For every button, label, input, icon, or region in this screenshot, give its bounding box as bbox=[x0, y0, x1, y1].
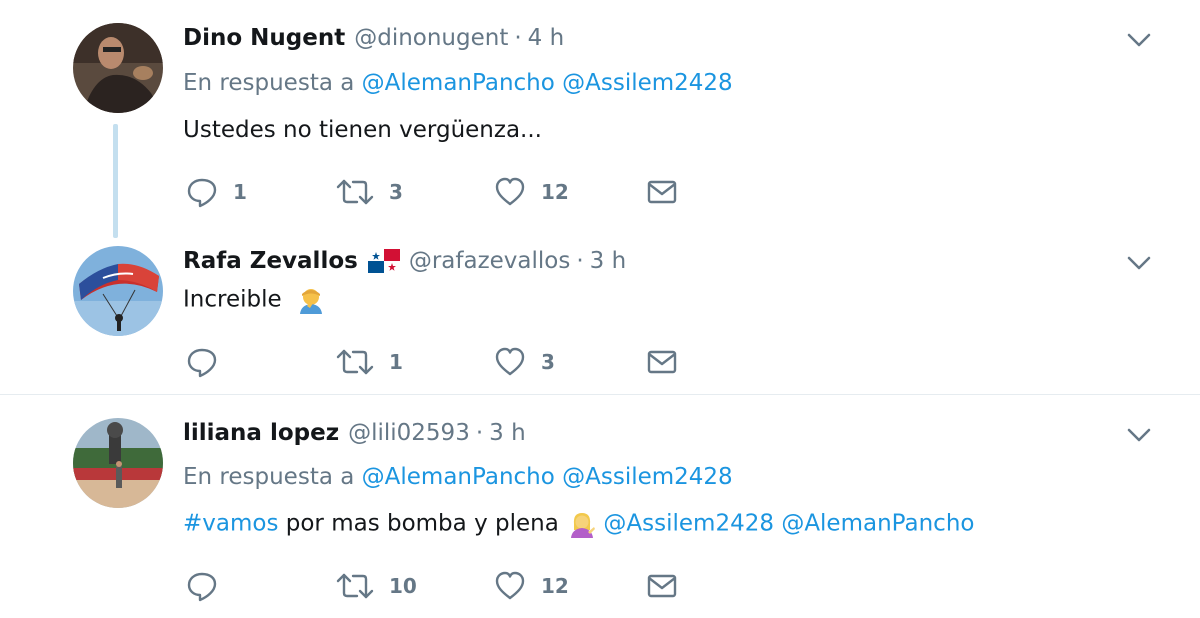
reply-action[interactable] bbox=[185, 344, 233, 380]
user-fullname[interactable]: Rafa Zevallos bbox=[183, 248, 358, 274]
reply-count: 1 bbox=[233, 180, 247, 204]
envelope-icon bbox=[647, 350, 677, 374]
tweet-divider bbox=[0, 394, 1200, 395]
heart-icon bbox=[495, 177, 525, 206]
woman-tipping-hand-emoji bbox=[571, 513, 596, 538]
mention-link[interactable]: @AlemanPancho bbox=[781, 511, 974, 537]
like-action[interactable]: 3 bbox=[493, 344, 555, 380]
reply-icon bbox=[187, 178, 217, 208]
direct-message-action[interactable] bbox=[645, 174, 679, 210]
retweet-count: 1 bbox=[389, 350, 403, 374]
replying-to: En respuesta a @AlemanPancho @Assilem242… bbox=[183, 464, 733, 490]
separator-dot: · bbox=[576, 248, 584, 274]
retweet-icon bbox=[336, 179, 374, 205]
reply-action[interactable]: 1 bbox=[185, 174, 247, 210]
reply-action[interactable] bbox=[185, 568, 233, 604]
envelope-icon bbox=[647, 574, 677, 598]
reply-icon bbox=[187, 348, 217, 378]
tweet-actions: 1 3 12 bbox=[185, 174, 705, 210]
retweet-action[interactable]: 1 bbox=[335, 344, 403, 380]
tweet-text: Increible bbox=[183, 286, 282, 313]
retweet-count: 3 bbox=[389, 180, 403, 204]
tweet-actions: 10 12 bbox=[185, 568, 705, 604]
avatar-liliana-lopez[interactable] bbox=[73, 418, 163, 508]
thread-connector-line bbox=[113, 124, 118, 238]
tweet-text-row: Increible bbox=[183, 286, 325, 314]
mention-link[interactable]: @Assilem2428 bbox=[562, 464, 733, 490]
user-handle[interactable]: @lili02593 bbox=[348, 420, 470, 446]
tweet-text-row: #vamos por mas bomba y plena @Assilem242… bbox=[183, 510, 974, 538]
separator-dot: · bbox=[475, 420, 484, 446]
like-action[interactable]: 12 bbox=[493, 174, 569, 210]
like-count: 12 bbox=[541, 574, 569, 598]
hashtag-link[interactable]: #vamos bbox=[183, 511, 278, 537]
replying-prefix: En respuesta a bbox=[183, 464, 355, 490]
tweet-timestamp[interactable]: 3 h bbox=[590, 248, 627, 274]
user-fullname[interactable]: Dino Nugent bbox=[183, 25, 345, 51]
replying-to: En respuesta a @AlemanPancho @Assilem242… bbox=[183, 70, 733, 96]
tweet-actions: 1 3 bbox=[185, 344, 705, 380]
chevron-down-icon[interactable] bbox=[1124, 420, 1154, 450]
retweet-action[interactable]: 3 bbox=[335, 174, 403, 210]
like-action[interactable]: 12 bbox=[493, 568, 569, 604]
avatar-dino-nugent[interactable] bbox=[73, 23, 163, 113]
retweet-count: 10 bbox=[389, 574, 417, 598]
chevron-down-icon[interactable] bbox=[1124, 248, 1154, 278]
tweet-text: por mas bomba y plena bbox=[285, 510, 559, 537]
heart-icon bbox=[495, 347, 525, 376]
user-handle[interactable]: @rafazevallos bbox=[409, 248, 571, 274]
mention-link[interactable]: @AlemanPancho bbox=[362, 70, 555, 96]
retweet-action[interactable]: 10 bbox=[335, 568, 417, 604]
reply-icon bbox=[187, 572, 217, 602]
separator-dot: · bbox=[514, 25, 522, 51]
panama-flag-icon bbox=[367, 249, 400, 273]
person-facepalming-emoji bbox=[299, 289, 322, 314]
direct-message-action[interactable] bbox=[645, 344, 679, 380]
like-count: 12 bbox=[541, 180, 569, 204]
chevron-down-icon[interactable] bbox=[1124, 25, 1154, 55]
tweet-timestamp[interactable]: 4 h bbox=[528, 25, 565, 51]
retweet-icon bbox=[336, 573, 374, 599]
avatar-rafa-zevallos[interactable] bbox=[73, 246, 163, 336]
user-fullname[interactable]: liliana lopez bbox=[183, 420, 339, 446]
tweet-header: Rafa Zevallos @rafazevallos · 3 h bbox=[183, 243, 626, 279]
retweet-icon bbox=[336, 349, 374, 375]
mention-link[interactable]: @AlemanPancho bbox=[362, 464, 555, 490]
tweet-header: liliana lopez @lili02593 · 3 h bbox=[183, 415, 526, 451]
user-handle[interactable]: @dinonugent bbox=[354, 25, 508, 51]
tweet-timestamp[interactable]: 3 h bbox=[489, 420, 526, 446]
tweet-header: Dino Nugent @dinonugent · 4 h bbox=[183, 20, 564, 56]
replying-prefix: En respuesta a bbox=[183, 70, 355, 96]
mention-link[interactable]: @Assilem2428 bbox=[603, 511, 774, 537]
envelope-icon bbox=[647, 180, 677, 204]
tweet-text: Ustedes no tienen vergüenza... bbox=[183, 117, 542, 143]
direct-message-action[interactable] bbox=[645, 568, 679, 604]
heart-icon bbox=[495, 571, 525, 600]
mention-link[interactable]: @Assilem2428 bbox=[562, 70, 733, 96]
like-count: 3 bbox=[541, 350, 555, 374]
